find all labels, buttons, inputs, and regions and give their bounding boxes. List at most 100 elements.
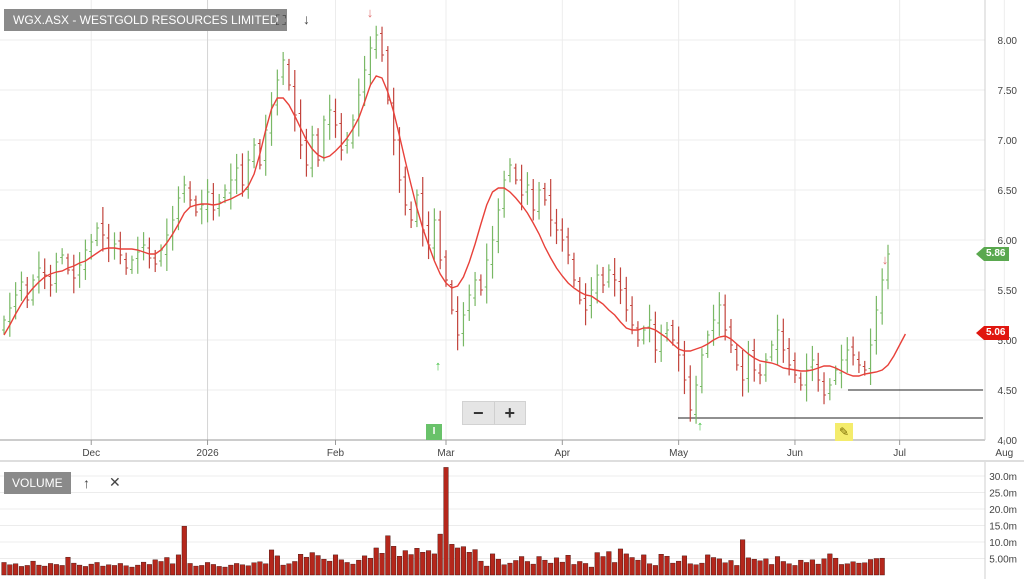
expand-icon[interactable]: ⛶ <box>276 13 286 27</box>
volume-bar <box>780 561 786 576</box>
volume-bar <box>414 548 420 576</box>
volume-bar <box>111 565 118 576</box>
info-marker-icon[interactable]: I <box>426 424 442 440</box>
volume-bar <box>408 554 414 576</box>
volume-bar <box>548 562 554 576</box>
volume-bar <box>449 544 455 576</box>
price-bar <box>95 222 100 247</box>
volume-bar <box>519 556 525 576</box>
price-bar <box>856 351 861 374</box>
price-chart[interactable]: 8.007.507.006.506.005.505.004.504.00 Dec… <box>0 0 1024 462</box>
price-bar <box>781 318 786 363</box>
price-bar <box>810 345 815 382</box>
price-bar <box>292 70 297 132</box>
close-icon[interactable]: ✕ <box>109 475 121 489</box>
volume-bar <box>804 562 810 576</box>
volume-bar <box>670 562 676 576</box>
volume-bar <box>18 566 24 576</box>
volume-bar <box>391 546 397 576</box>
price-bar <box>321 115 326 162</box>
volume-tick-label: 20.0m <box>989 505 1017 516</box>
volume-bar <box>141 561 147 576</box>
price-bar <box>135 236 140 274</box>
zoom-controls: − + <box>462 401 526 425</box>
volume-bar <box>711 557 717 576</box>
price-bar <box>316 128 321 167</box>
price-bar <box>758 363 763 385</box>
volume-bar <box>373 547 379 576</box>
volume-bar <box>193 565 199 576</box>
arrow-up-icon[interactable]: ↑ <box>83 476 90 490</box>
price-tick-label: 5.50 <box>998 286 1018 297</box>
volume-chart[interactable]: 30.0m 25.0m 20.0m 15.0m 10.0m 5.00m <box>0 460 1024 579</box>
volume-bar <box>612 562 618 576</box>
zoom-out-button[interactable]: − <box>463 402 494 424</box>
volume-bar <box>443 467 449 576</box>
volume-bar <box>309 552 315 576</box>
volume-bar <box>135 564 141 576</box>
price-bar <box>822 372 827 405</box>
sell-arrow-icon: ↓ <box>367 5 374 20</box>
volume-bar <box>117 563 123 576</box>
volume-bar <box>571 564 577 576</box>
volume-label[interactable]: VOLUME <box>4 472 71 494</box>
volume-bar <box>536 556 542 576</box>
volume-bar <box>106 564 112 576</box>
price-bar <box>129 255 134 274</box>
volume-bar <box>59 565 65 576</box>
price-bar <box>269 92 274 146</box>
price-tick-label: 6.50 <box>998 186 1018 197</box>
price-tick-label: 4.50 <box>998 386 1018 397</box>
volume-bar <box>292 561 298 576</box>
price-bar <box>717 292 722 336</box>
volume-bar <box>1 562 7 576</box>
time-tick-label: Apr <box>555 448 571 459</box>
volume-bar <box>379 553 385 576</box>
price-bar <box>234 153 239 195</box>
price-bar <box>339 113 344 161</box>
buy-arrow-icon-2: ↑ <box>697 418 704 433</box>
volume-bar <box>594 552 600 576</box>
price-bar <box>874 295 879 355</box>
price-bar <box>228 163 233 210</box>
chart-title[interactable]: WGX.ASX - WESTGOLD RESOURCES LIMITED <box>4 9 288 31</box>
volume-bar <box>716 558 722 576</box>
volume-bar <box>577 561 583 576</box>
arrow-down-icon[interactable]: ↓ <box>303 12 310 26</box>
volume-tick-label: 15.0m <box>989 522 1017 533</box>
volume-bar <box>751 558 757 576</box>
volume-bar <box>228 564 234 576</box>
volume-bar <box>30 560 36 576</box>
price-bar <box>851 336 856 366</box>
time-tick-label: Feb <box>327 448 345 459</box>
volume-bar <box>856 562 862 576</box>
volume-bar <box>757 560 763 576</box>
price-bar <box>141 232 146 261</box>
price-bar <box>798 372 803 391</box>
price-bar <box>792 352 797 384</box>
price-bar <box>112 232 117 260</box>
volume-bar <box>542 559 548 576</box>
buy-arrow-icon: ↑ <box>435 358 442 373</box>
volume-bar <box>565 554 571 576</box>
price-bar <box>252 138 257 169</box>
volume-bar <box>745 557 751 576</box>
price-bar <box>635 321 640 347</box>
pencil-icon[interactable]: ✎ <box>835 423 853 441</box>
price-bar <box>542 182 547 206</box>
price-bar <box>728 318 733 354</box>
moving-average-line <box>3 75 907 377</box>
zoom-in-button[interactable]: + <box>495 402 526 424</box>
price-bar <box>769 340 774 362</box>
volume-bar <box>362 555 368 576</box>
volume-bar <box>559 561 565 576</box>
volume-bar <box>36 564 42 576</box>
price-bar <box>7 292 12 337</box>
volume-bar <box>303 556 309 576</box>
time-tick-label: Jul <box>893 448 906 459</box>
price-bar <box>170 205 175 251</box>
price-bar <box>571 252 576 287</box>
price-bar <box>630 296 635 335</box>
price-tick-label: 4.00 <box>998 436 1018 447</box>
volume-bar <box>286 563 292 576</box>
